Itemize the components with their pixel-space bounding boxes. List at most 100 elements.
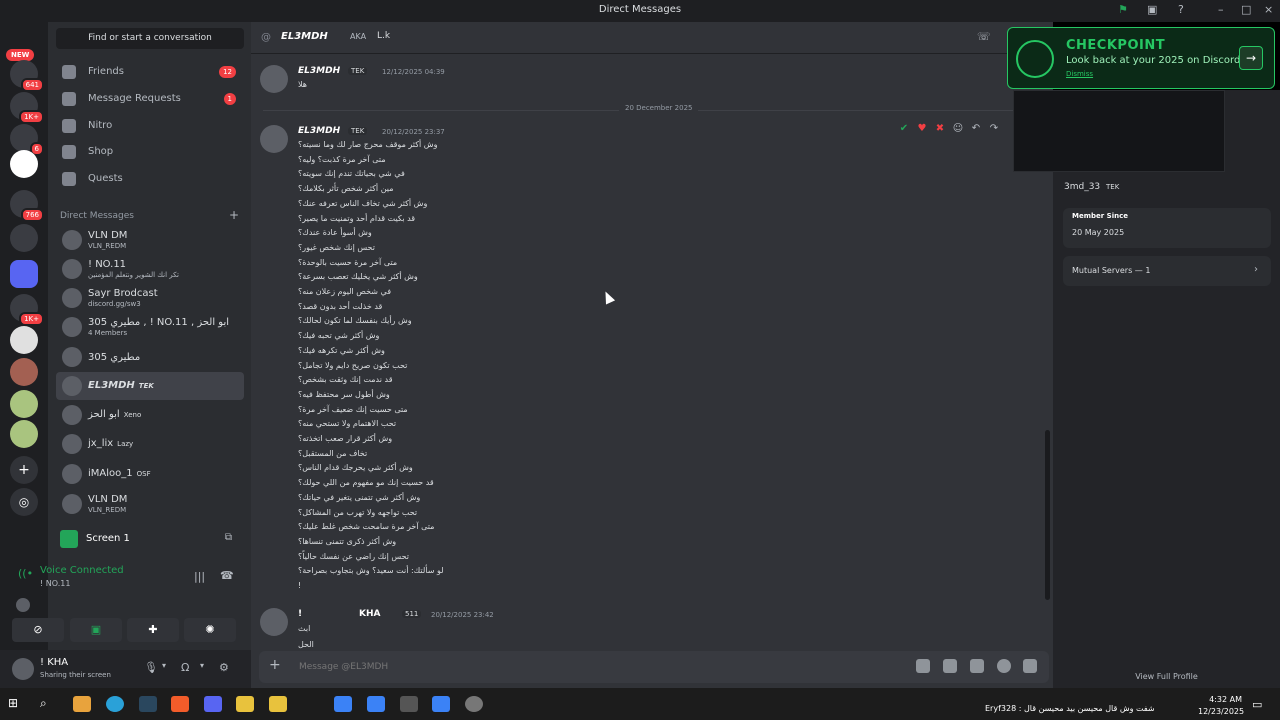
- server-icon[interactable]: 6: [10, 124, 44, 156]
- server-icon[interactable]: [10, 150, 38, 178]
- app-icon[interactable]: [465, 696, 483, 712]
- dm-item[interactable]: 305 مطيري: [56, 343, 244, 371]
- discover-icon[interactable]: ◎: [10, 488, 38, 516]
- message-input[interactable]: [299, 659, 859, 675]
- add-server-icon[interactable]: +: [10, 456, 38, 484]
- sticker-icon[interactable]: [970, 659, 984, 673]
- notification-icon[interactable]: ▭: [1252, 698, 1262, 711]
- voice-channel[interactable]: ! NO.11: [40, 579, 70, 588]
- nav-quests[interactable]: Quests: [56, 167, 244, 191]
- dm-item[interactable]: iMAloo_1 OSF: [56, 460, 244, 488]
- forward-icon[interactable]: ↷: [985, 123, 1003, 134]
- avatar[interactable]: [260, 125, 288, 153]
- attach-plus-icon[interactable]: +: [269, 657, 281, 673]
- message-author[interactable]: !: [298, 609, 302, 619]
- server-icon[interactable]: 1K+: [10, 294, 44, 326]
- share-screen-button[interactable]: ▣: [70, 618, 122, 642]
- news-ticker[interactable]: Eryf328 : شفت وش قال محيسن بيد محيسن قال: [985, 704, 1155, 713]
- nav-nitro[interactable]: Nitro: [56, 114, 244, 138]
- app-icon[interactable]: [432, 696, 450, 712]
- minimize-icon[interactable]: –: [1218, 3, 1224, 16]
- dm-item[interactable]: Sayr Brodcast discord.gg/sw3: [56, 284, 244, 312]
- view-full-profile-link[interactable]: View Full Profile: [1053, 672, 1280, 681]
- emoji-icon[interactable]: [997, 659, 1011, 673]
- create-dm-icon[interactable]: +: [229, 208, 239, 222]
- voice-status[interactable]: Voice Connected: [40, 565, 124, 576]
- apps-icon[interactable]: [1023, 659, 1037, 673]
- close-icon[interactable]: ×: [1264, 3, 1273, 16]
- server-icon[interactable]: [10, 358, 38, 386]
- heart-reaction-icon[interactable]: ♥: [913, 123, 931, 134]
- message-author[interactable]: EL3MDH: [298, 66, 340, 76]
- dm-item[interactable]: ابو الحز Xeno: [56, 401, 244, 429]
- camera-off-button[interactable]: ⊘: [12, 618, 64, 642]
- gift-icon[interactable]: [916, 659, 930, 673]
- nav-message-requests[interactable]: Message Requests 1: [56, 87, 244, 111]
- soundboard-button[interactable]: ✺: [184, 618, 236, 642]
- settings-gear-icon[interactable]: ⚙: [219, 661, 229, 674]
- checkpoint-banner[interactable]: CHECKPOINT Look back at your 2025 on Dis…: [1007, 27, 1275, 89]
- server-icon[interactable]: [10, 390, 38, 418]
- message-author[interactable]: EL3MDH: [298, 126, 340, 136]
- dismiss-link[interactable]: Dismiss: [1066, 70, 1093, 78]
- app-icon[interactable]: [367, 696, 385, 712]
- app-icon[interactable]: [73, 696, 91, 712]
- message-text-line: متى آخر مرة كذبت؟ وليه؟: [298, 154, 386, 164]
- edge-browser-icon[interactable]: [106, 696, 124, 712]
- app-icon[interactable]: [400, 696, 418, 712]
- activities-button[interactable]: ✚: [127, 618, 179, 642]
- chevron-down-icon[interactable]: ▾: [162, 661, 166, 670]
- popout-icon[interactable]: ⧉: [225, 532, 232, 543]
- search-icon[interactable]: ⌕: [40, 696, 58, 712]
- server-icon[interactable]: 766: [10, 190, 44, 222]
- add-reaction-icon[interactable]: ☺: [949, 123, 967, 134]
- nav-friends[interactable]: Friends 12: [56, 60, 244, 84]
- screen-share-preview[interactable]: Screen 1 ⧉: [56, 526, 244, 552]
- server-icon[interactable]: [10, 420, 38, 448]
- discord-icon[interactable]: [204, 696, 222, 712]
- maximize-icon[interactable]: □: [1241, 3, 1251, 16]
- clock-time[interactable]: 4:32 AM: [1198, 695, 1242, 704]
- reply-icon[interactable]: ↶: [967, 123, 985, 134]
- screen-share-icon[interactable]: ▣: [1147, 3, 1157, 16]
- microphone-icon[interactable]: 🎙: [144, 661, 158, 674]
- check-reaction-icon[interactable]: ✔: [895, 123, 913, 134]
- avatar[interactable]: [12, 658, 34, 680]
- disconnect-icon[interactable]: ☎: [220, 569, 234, 582]
- dm-item[interactable]: jx_lix Lazy: [56, 430, 244, 458]
- server-folder-icon[interactable]: [10, 260, 38, 288]
- call-icon[interactable]: ☏: [977, 30, 991, 43]
- server-icon[interactable]: 1K+: [10, 92, 44, 124]
- nav-shop[interactable]: Shop: [56, 140, 244, 164]
- message-author-name[interactable]: KHA: [359, 609, 380, 619]
- help-icon[interactable]: ?: [1178, 3, 1184, 16]
- server-icon[interactable]: [10, 224, 38, 252]
- server-icon[interactable]: 641: [10, 60, 44, 92]
- gif-icon[interactable]: [943, 659, 957, 673]
- find-conversation-button[interactable]: Find or start a conversation: [56, 28, 244, 49]
- screen-share-thumbnail[interactable]: [1013, 90, 1225, 172]
- headphones-icon[interactable]: Ω: [181, 661, 189, 674]
- x-reaction-icon[interactable]: ✖: [931, 123, 949, 134]
- arrow-right-icon[interactable]: →: [1239, 46, 1263, 70]
- avatar[interactable]: [260, 65, 288, 93]
- dm-item[interactable]: VLN DM VLN_REDM: [56, 226, 244, 254]
- clock-date[interactable]: 12/23/2025: [1198, 707, 1244, 716]
- chat-scrollbar[interactable]: [1045, 430, 1050, 600]
- dm-item[interactable]: VLN DM VLN_REDM: [56, 490, 244, 518]
- noise-suppression-icon[interactable]: |||: [194, 570, 205, 583]
- dm-item-active[interactable]: EL3MDH TEK: [56, 372, 244, 400]
- app-icon[interactable]: [334, 696, 352, 712]
- chevron-down-icon[interactable]: ▾: [200, 661, 204, 670]
- dm-item[interactable]: ! NO.11 تكر انك الشوير ونتعلم المؤمنين: [56, 255, 244, 283]
- inbox-icon[interactable]: ⚑: [1118, 3, 1128, 16]
- windows-start-icon[interactable]: ⊞: [8, 696, 26, 712]
- file-explorer-icon[interactable]: [236, 696, 254, 712]
- dm-group-item[interactable]: مطيري 305 , ! NO.11 , ابو الحز 4 Members: [56, 313, 244, 341]
- steam-icon[interactable]: [139, 696, 157, 712]
- server-icon[interactable]: [10, 326, 38, 354]
- avatar[interactable]: [260, 608, 288, 636]
- brave-browser-icon[interactable]: [171, 696, 189, 712]
- app-icon[interactable]: [269, 696, 287, 712]
- mutual-servers[interactable]: Mutual Servers — 1: [1072, 266, 1150, 275]
